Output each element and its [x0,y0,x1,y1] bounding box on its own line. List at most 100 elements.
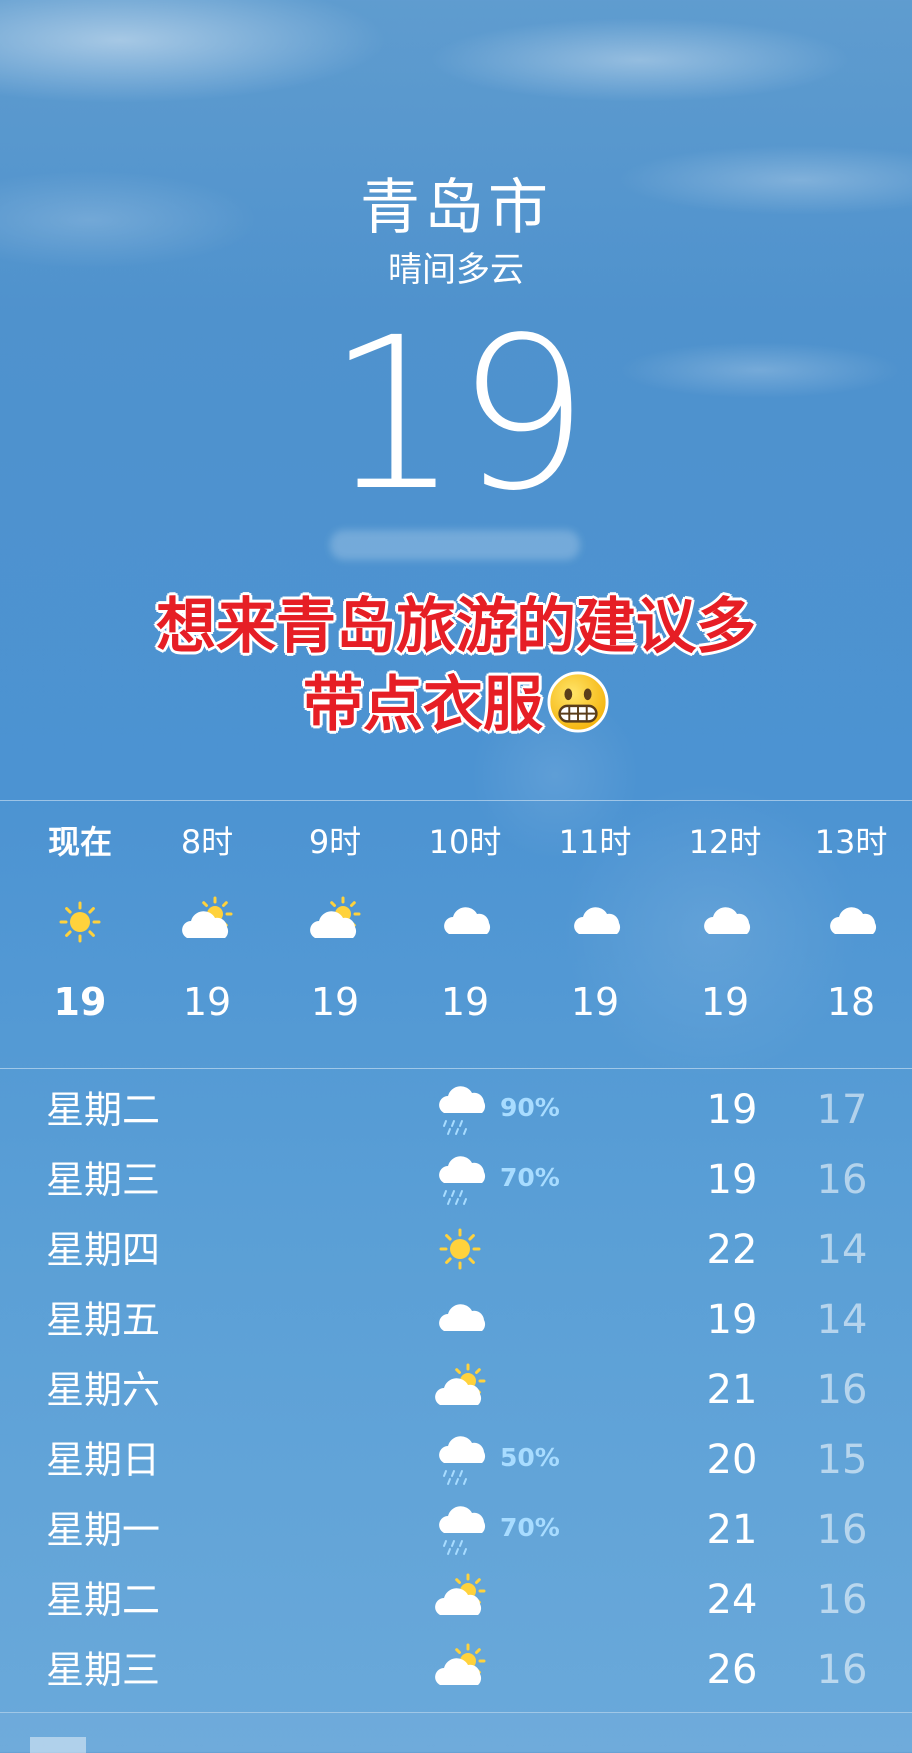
hour-item-13: 13时 18 [786,800,912,1026]
caption-line-2: 带点衣服 [0,666,912,744]
current-temperature: 19 [326,292,589,537]
day-row: 星期五 19 14 [0,1285,912,1355]
cloud-icon [704,907,751,934]
day-icon [430,1151,490,1207]
day-row: 星期四 22 14 [0,1215,912,1285]
day-row: 星期三 26 16 [0,1635,912,1705]
day-icon [430,1361,490,1417]
cloud-icon [574,907,621,934]
day-icon [430,1501,490,1557]
cloud-icon [444,907,491,934]
sun-icon [439,1228,481,1270]
partly-sunny-icon [310,896,361,938]
hour-icon [270,892,400,952]
day-name: 星期四 [46,1228,161,1272]
low-temp: 15 [816,1437,868,1483]
hour-temp: 18 [826,980,876,1024]
low-temp: 16 [816,1157,868,1203]
city-name: 青岛市 [360,173,552,243]
day-icon [430,1081,490,1137]
day-row: 星期日 50% 20 15 [0,1425,912,1495]
hour-label: 9时 [308,823,362,861]
high-temp: 21 [706,1507,758,1553]
hour-label: 10时 [428,823,502,861]
hour-label: 12时 [688,823,762,861]
hour-label: 8时 [180,823,234,861]
hour-icon [15,892,145,952]
rain-icon [439,1086,486,1135]
day-name: 星期一 [46,1508,161,1552]
hour-label: 现在 [47,823,112,861]
hour-icon [660,892,790,952]
hourly-forecast[interactable]: 现在 19 8时 19 9时 19 10时 19 11时 19 12时 19 1… [0,800,912,1068]
cloud-icon [439,1304,486,1331]
map-icon[interactable] [30,1737,86,1753]
grimacing-face-emoji [547,671,609,733]
high-temp: 20 [706,1437,758,1483]
high-temp: 19 [706,1157,758,1203]
high-temp: 19 [706,1297,758,1343]
high-temp: 24 [706,1577,758,1623]
low-temp: 17 [816,1087,868,1133]
low-temp: 16 [816,1507,868,1553]
high-temp: 19 [706,1087,758,1133]
low-temp: 16 [816,1367,868,1413]
day-name: 星期二 [46,1088,161,1132]
location-header: 青岛市 晴间多云 19 [0,170,912,520]
hour-item-9: 9时 19 [270,800,400,1026]
day-icon [430,1641,490,1697]
hour-icon [400,892,530,952]
low-temp: 14 [816,1297,868,1343]
overlay-caption: 想来青岛旅游的建议多 带点衣服 [0,588,912,744]
low-temp: 16 [816,1647,868,1693]
blurred-high-low-text [330,530,580,560]
hour-item-8: 8时 19 [142,800,272,1026]
caption-line-2-text: 带点衣服 [303,670,543,740]
precipitation-chance: 70% [500,1513,560,1542]
day-name: 星期三 [46,1648,161,1692]
hourly-bottom-divider [0,1068,912,1069]
day-name: 星期五 [46,1298,161,1342]
hour-item-10: 10时 19 [400,800,530,1026]
day-row: 星期三 70% 19 16 [0,1145,912,1215]
hour-item-12: 12时 19 [660,800,790,1026]
day-icon [430,1221,490,1277]
day-name: 星期六 [46,1368,161,1412]
partly-sunny-icon [182,896,233,938]
day-row: 星期二 90% 19 17 [0,1075,912,1145]
hour-icon [142,892,272,952]
precipitation-chance: 50% [500,1443,560,1472]
hour-label: 11时 [558,823,632,861]
day-name: 星期二 [46,1578,161,1622]
partly-sunny-icon [435,1643,486,1685]
caption-line-1: 想来青岛旅游的建议多 [156,592,756,662]
bottom-toolbar [0,1712,912,1753]
weather-condition: 晴间多云 [388,250,524,290]
rain-icon [439,1436,486,1485]
day-row: 星期二 24 16 [0,1565,912,1635]
day-name: 星期日 [46,1438,161,1482]
hour-temp: 19 [53,980,107,1024]
precipitation-chance: 70% [500,1163,560,1192]
rain-icon [439,1506,486,1555]
high-temp: 21 [706,1367,758,1413]
low-temp: 16 [816,1577,868,1623]
low-temp: 14 [816,1227,868,1273]
partly-sunny-icon [435,1573,486,1615]
hour-item-now: 现在 19 [15,800,145,1026]
hour-temp: 19 [310,980,360,1024]
hour-temp: 19 [570,980,620,1024]
day-icon [430,1431,490,1487]
day-row: 星期六 21 16 [0,1355,912,1425]
day-name: 星期三 [46,1158,161,1202]
rain-icon [439,1156,486,1205]
hour-temp: 19 [182,980,232,1024]
high-temp: 26 [706,1647,758,1693]
hour-icon [786,892,912,952]
hour-item-11: 11时 19 [530,800,660,1026]
high-temp: 22 [706,1227,758,1273]
sun-icon [59,901,101,943]
day-icon [430,1291,490,1347]
partly-sunny-icon [435,1363,486,1405]
hour-icon [530,892,660,952]
